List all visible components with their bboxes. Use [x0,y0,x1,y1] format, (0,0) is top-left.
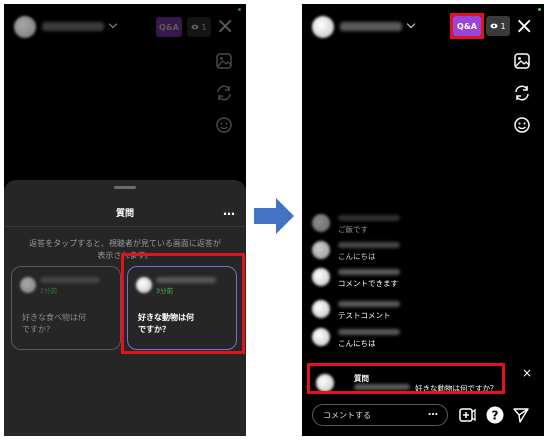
commenter-avatar [312,300,330,318]
commenter-name [338,329,400,335]
comment-row: こんにちは [312,241,512,261]
viewer-count-badge[interactable]: 1 [486,16,510,36]
question-text: 好きな食べ物は何 ですか？ [22,312,114,336]
photo-icon[interactable] [513,52,531,70]
asker-name [40,277,100,283]
commenter-name [338,215,400,221]
effects-icon[interactable] [513,116,531,134]
broadcaster-name [340,22,402,31]
question-card[interactable]: 2分前 好きな食べ物は何 ですか？ [11,266,121,350]
comment-placeholder: コメントする [323,411,371,420]
commenter-name [338,242,400,248]
highlight-box [121,253,245,354]
sheet-hint-line: 返答をタップすると、視聴者が見ている画面に返答が [29,239,221,248]
broadcaster-avatar[interactable] [312,16,334,38]
comment-text: コメントできます [338,279,398,288]
commenter-name [338,301,400,307]
highlight-box [307,363,505,394]
asker-avatar [20,277,36,293]
comment-text: テストコメント [338,311,391,320]
comment-input[interactable]: コメントする … [312,404,448,426]
comment-row: コメントできます [312,268,512,288]
eye-icon [490,23,498,29]
comment-text: こんにちは [338,339,376,348]
highlight-box [450,13,484,39]
chevron-down-icon[interactable] [406,19,416,29]
more-options-icon[interactable]: … [428,407,439,418]
viewer-count: 1 [500,21,506,31]
comment-text: こんにちは [338,252,376,261]
question-time: 2分前 [40,287,58,295]
commenter-avatar [312,268,330,286]
banner-close-icon[interactable]: × [522,366,532,380]
sheet-divider [4,226,246,227]
question-text-line: 好きな食べ物は何 [22,313,86,322]
comment-text: ご飯です [338,225,368,234]
commenter-avatar [312,328,330,346]
comment-row: テストコメント [312,300,512,320]
live-indicator-dot [538,8,541,11]
sheet-title: 質問 [115,209,134,219]
arrow-right-icon [254,198,294,234]
send-icon[interactable] [512,406,530,424]
commenter-avatar [312,241,330,259]
left-phone-screen: Q&A 1 × 質問 … 返答をタップすると、視聴者が見ている画面に返答が 表示… [4,4,246,436]
add-guest-icon[interactable] [458,406,476,424]
comment-row: ご飯です [312,214,512,234]
comment-row: こんにちは [312,328,512,348]
close-icon[interactable]: × [515,16,533,38]
commenter-name [338,269,400,275]
sheet-handle[interactable] [114,186,136,189]
commenter-avatar [312,214,330,232]
more-options-icon[interactable]: … [223,204,236,218]
question-icon[interactable]: ? [486,406,504,424]
camera-flip-icon[interactable] [513,84,531,102]
svg-text:?: ? [492,409,499,423]
question-text-line: ですか？ [22,325,54,334]
